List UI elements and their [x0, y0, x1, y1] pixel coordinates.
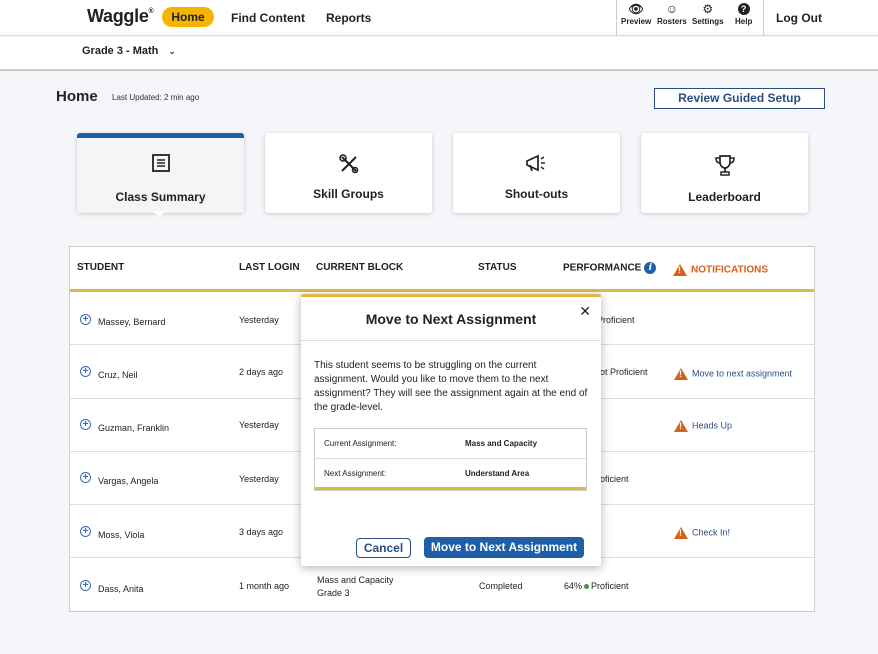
warning-icon	[673, 264, 687, 276]
notification-heads-up[interactable]: Heads Up	[674, 420, 732, 432]
close-icon[interactable]: ✕	[579, 303, 591, 320]
header-notifications[interactable]: NOTIFICATIONS	[673, 264, 768, 276]
warning-icon	[674, 527, 688, 539]
notification-move[interactable]: Move to next assignment	[674, 368, 792, 380]
info-icon[interactable]: i	[644, 262, 657, 274]
nav-find-content[interactable]: Find Content	[231, 11, 305, 25]
card-shout-outs[interactable]: Shout-outs	[453, 133, 620, 213]
modal-divider	[301, 340, 601, 341]
performance: 64% Proficient	[564, 581, 629, 591]
performance: oficient	[600, 474, 629, 484]
settings-button[interactable]: ⚙ Settings	[692, 2, 724, 26]
assignment-summary: Current Assignment: Mass and Capacity Ne…	[314, 428, 587, 491]
header-student[interactable]: STUDENT	[77, 262, 124, 273]
nav-reports[interactable]: Reports	[326, 11, 371, 25]
warning-icon	[674, 368, 688, 380]
megaphone-icon	[453, 153, 620, 180]
nav-home-button[interactable]: Home	[162, 7, 214, 27]
expand-plus-icon[interactable]: +	[80, 526, 91, 537]
student-name[interactable]: Dass, Anita	[98, 584, 144, 594]
trophy-icon	[641, 153, 808, 182]
expand-plus-icon[interactable]: +	[80, 314, 91, 325]
help-button[interactable]: ? Help	[735, 2, 752, 26]
last-login: Yesterday	[239, 474, 279, 484]
card-leaderboard[interactable]: Leaderboard	[641, 133, 808, 213]
header-performance[interactable]: PERFORMANCE i	[563, 262, 657, 274]
last-login: Yesterday	[239, 315, 279, 325]
modal-title: Move to Next Assignment	[365, 311, 537, 327]
warning-icon	[674, 420, 688, 432]
performance: ot Proficient	[600, 367, 648, 377]
student-name[interactable]: Vargas, Angela	[98, 476, 158, 486]
card-class-summary[interactable]: Class Summary	[77, 133, 244, 213]
expand-plus-icon[interactable]: +	[80, 472, 91, 483]
current-block: Mass and Capacity	[317, 575, 394, 585]
sub-nav: Grade 3 - Math ⌄	[0, 37, 878, 71]
header-status[interactable]: STATUS	[478, 262, 517, 273]
face-icon: ☺	[665, 2, 679, 16]
waggle-logo[interactable]: Waggle®	[87, 6, 154, 27]
move-assignment-modal: Move to Next Assignment ✕ This student s…	[301, 294, 601, 566]
current-block-grade: Grade 3	[317, 588, 350, 598]
logout-button[interactable]: Log Out	[776, 11, 822, 25]
proficient-dot-icon	[584, 584, 590, 590]
notification-check-in[interactable]: Check In!	[674, 527, 730, 539]
current-assignment-row: Current Assignment: Mass and Capacity	[324, 439, 538, 448]
page-title: Home	[56, 88, 98, 105]
expand-plus-icon[interactable]: +	[80, 366, 91, 377]
gear-icon: ⚙	[702, 2, 714, 16]
expand-plus-icon[interactable]: +	[80, 580, 91, 591]
performance: Proficient	[597, 315, 635, 325]
expand-plus-icon[interactable]: +	[80, 419, 91, 430]
review-guided-setup-button[interactable]: Review Guided Setup	[654, 88, 825, 109]
student-name[interactable]: Guzman, Franklin	[98, 423, 169, 433]
preview-button[interactable]: 👁 Preview	[621, 2, 651, 26]
status: Completed	[479, 581, 523, 591]
student-name[interactable]: Moss, Viola	[98, 530, 144, 540]
last-login: 2 days ago	[239, 367, 284, 377]
eye-icon: 👁	[628, 2, 644, 16]
tools-icon	[265, 153, 432, 180]
cancel-button[interactable]: Cancel	[356, 538, 411, 558]
last-updated: Last Updated: 2 min ago	[112, 93, 200, 102]
grade-selector[interactable]: Grade 3 - Math ⌄	[82, 45, 176, 57]
last-login: Yesterday	[239, 420, 279, 430]
last-login: 3 days ago	[239, 527, 284, 537]
card-skill-groups[interactable]: Skill Groups	[265, 133, 432, 213]
rosters-button[interactable]: ☺ Rosters	[657, 2, 687, 26]
list-icon	[77, 153, 244, 178]
top-nav: Waggle® Home Find Content Reports 👁 Prev…	[0, 0, 878, 36]
student-name[interactable]: Massey, Bernard	[98, 317, 165, 327]
last-login: 1 month ago	[239, 581, 290, 591]
student-name[interactable]: Cruz, Neil	[98, 370, 138, 380]
header-last-login[interactable]: LAST LOGIN	[239, 262, 300, 273]
header-current-block[interactable]: CURRENT BLOCK	[316, 262, 403, 273]
chevron-down-icon: ⌄	[168, 46, 176, 56]
move-to-next-assignment-button[interactable]: Move to Next Assignment	[424, 537, 584, 558]
help-icon: ?	[737, 3, 750, 15]
nav-utility-group: 👁 Preview ☺ Rosters ⚙ Settings ? Help	[616, 0, 764, 36]
modal-message: This student seems to be struggling on t…	[314, 360, 588, 413]
active-card-pointer	[152, 211, 166, 217]
next-assignment-row: Next Assignment: Understand Area	[324, 469, 530, 478]
